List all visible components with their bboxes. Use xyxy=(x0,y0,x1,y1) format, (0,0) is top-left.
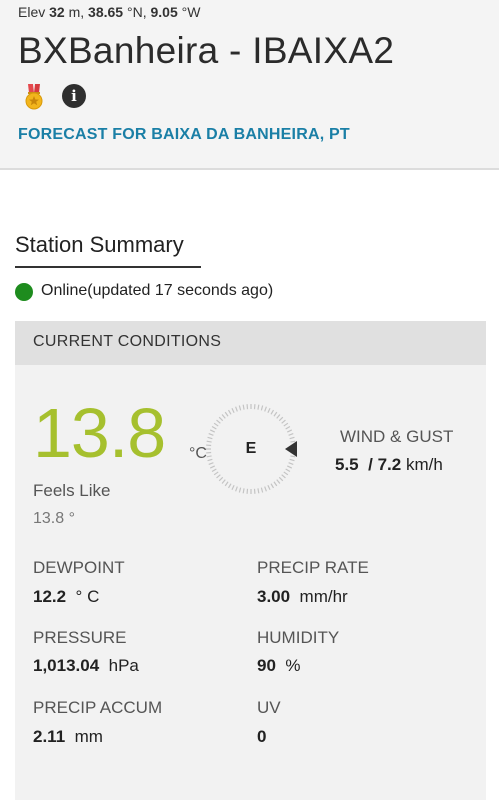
station-summary-heading: Station Summary xyxy=(15,232,184,257)
humidity-value: 90 % xyxy=(257,656,301,676)
uv-value: 0 xyxy=(257,727,266,747)
wind-speed: 5.5 xyxy=(335,455,359,474)
precip-accum-number: 2.11 xyxy=(33,727,66,746)
uv-label: UV xyxy=(257,698,281,717)
latitude-value: 38.65 xyxy=(88,4,124,20)
pressure-number: 1,013.04 xyxy=(33,656,100,675)
wind-gust-values: 5.5 / 7.2 km/h xyxy=(335,455,443,475)
wind-unit: km/h xyxy=(405,455,443,474)
wind-direction: E xyxy=(245,440,257,457)
feels-like-value: 13.8 ° xyxy=(33,510,75,527)
station-title: BXBanheira - IBAIXA2 xyxy=(18,30,395,71)
medal-icon[interactable] xyxy=(22,84,46,110)
humidity-label: HUMIDITY xyxy=(257,628,340,647)
dewpoint-number: 12.2 xyxy=(33,587,67,606)
status-text: Online(updated 17 seconds ago) xyxy=(41,282,274,299)
humidity-unit: % xyxy=(285,656,301,675)
precip-accum-label: PRECIP ACCUM xyxy=(33,698,163,717)
temperature-value: 13.8 xyxy=(33,394,166,472)
precip-rate-number: 3.00 xyxy=(257,587,291,606)
dewpoint-unit: ° C xyxy=(75,587,100,606)
pressure-label: PRESSURE xyxy=(33,628,127,647)
elev-unit: m, xyxy=(68,4,85,20)
station-header: Elev 32 m, 38.65 °N, 9.05 °W BXBanheira … xyxy=(0,0,499,170)
current-conditions-title: CURRENT CONDITIONS xyxy=(33,333,222,350)
wind-gust-label: WIND & GUST xyxy=(340,427,454,446)
dewpoint-label: DEWPOINT xyxy=(33,558,125,577)
heading-underline xyxy=(15,266,201,268)
elev-label: Elev xyxy=(18,4,46,20)
online-status-icon xyxy=(15,283,33,301)
wind-gust: 7.2 xyxy=(377,455,402,474)
elevation-coordinates: Elev 32 m, 38.65 °N, 9.05 °W xyxy=(18,4,200,20)
wind-compass: E xyxy=(203,401,299,497)
precip-rate-value: 3.00 mm/hr xyxy=(257,587,348,607)
latitude-dir: °N, xyxy=(126,4,147,20)
precip-rate-label: PRECIP RATE xyxy=(257,558,369,577)
pressure-value: 1,013.04 hPa xyxy=(33,656,139,676)
forecast-link[interactable]: FORECAST FOR BAIXA DA BANHEIRA, PT xyxy=(18,126,350,144)
precip-accum-unit: mm xyxy=(74,727,103,746)
panel-header: CURRENT CONDITIONS xyxy=(15,321,486,365)
longitude-value: 9.05 xyxy=(150,4,178,20)
longitude-dir: °W xyxy=(181,4,201,20)
humidity-number: 90 xyxy=(257,656,276,675)
uv-number: 0 xyxy=(257,727,267,746)
dewpoint-value: 12.2 ° C xyxy=(33,587,99,607)
info-icon[interactable]: i xyxy=(62,84,86,108)
feels-like-label: Feels Like xyxy=(33,481,111,500)
current-conditions-panel: CURRENT CONDITIONS 13.8 °C Feels Like 13… xyxy=(15,321,486,800)
pressure-unit: hPa xyxy=(108,656,139,675)
wind-separator: / xyxy=(368,455,373,474)
elev-value: 32 xyxy=(49,4,65,20)
precip-rate-unit: mm/hr xyxy=(299,587,348,606)
precip-accum-value: 2.11 mm xyxy=(33,727,103,747)
